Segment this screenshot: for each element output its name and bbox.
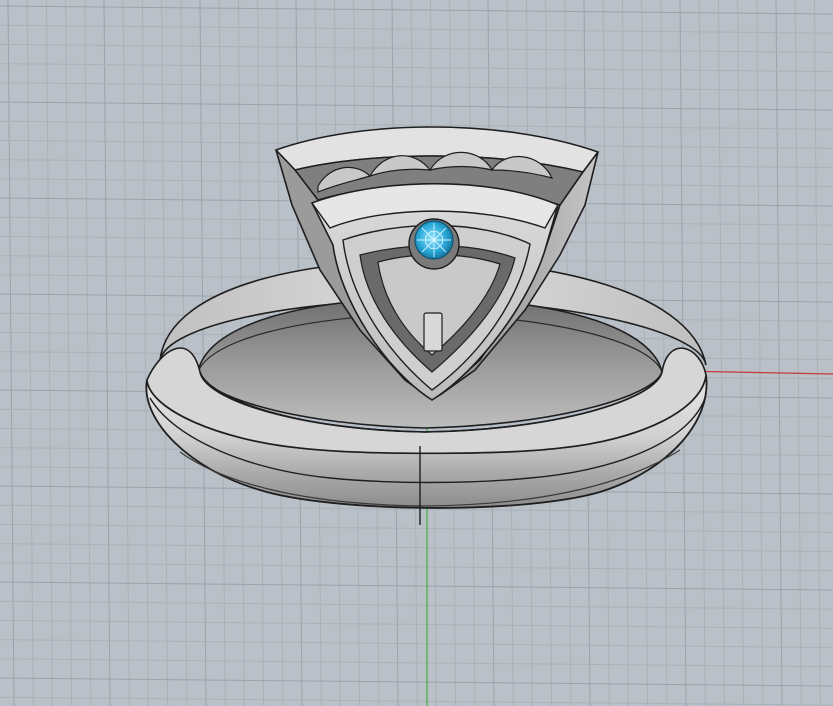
grid-line-vertical bbox=[45, 0, 53, 706]
3d-viewport[interactable] bbox=[0, 0, 833, 706]
grid-line-vertical bbox=[7, 0, 15, 706]
grid-line-vertical bbox=[199, 0, 207, 706]
grid-line-horizontal bbox=[0, 543, 833, 553]
grid-line-horizontal bbox=[0, 24, 833, 34]
grid-line-horizontal bbox=[0, 523, 833, 533]
grid-line-vertical bbox=[660, 0, 668, 706]
grid-line-horizontal bbox=[0, 5, 833, 15]
grid-line-vertical bbox=[26, 0, 34, 706]
grid-line-vertical bbox=[84, 0, 92, 706]
grid-line-vertical bbox=[813, 0, 821, 706]
grid-line-vertical bbox=[737, 0, 745, 706]
grid-line-horizontal bbox=[0, 63, 833, 73]
grid-line-vertical bbox=[65, 0, 73, 706]
viewport-canvas[interactable] bbox=[0, 0, 833, 706]
grid-line-horizontal bbox=[0, 696, 833, 706]
gemstone[interactable] bbox=[414, 220, 454, 260]
grid-line-horizontal bbox=[0, 82, 833, 92]
head-slot bbox=[423, 312, 443, 352]
grid-line-horizontal bbox=[0, 101, 833, 111]
grid-line-vertical bbox=[794, 0, 802, 706]
ring-model[interactable] bbox=[145, 126, 708, 525]
grid-line-vertical bbox=[717, 0, 725, 706]
grid-line-vertical bbox=[775, 0, 783, 706]
grid-line-vertical bbox=[756, 0, 764, 706]
gemstone-facets bbox=[417, 223, 451, 257]
grid-line-horizontal bbox=[0, 43, 833, 53]
